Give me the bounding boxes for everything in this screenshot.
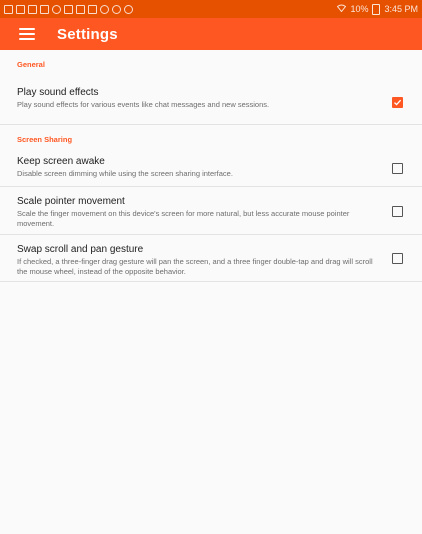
status-bar: 10% 3:45 PM [0,0,422,18]
mail-icon [40,4,49,14]
pref-title: Scale pointer movement [17,196,125,207]
status-right: 10% 3:45 PM [337,3,418,15]
section-header-general: General [17,60,45,69]
page-title: Settings [57,25,118,43]
notification-icon [28,4,37,14]
pref-title: Play sound effects [17,87,99,98]
pref-keep-screen-awake[interactable]: Keep screen awake Disable screen dimming… [0,149,422,187]
pref-title: Keep screen awake [17,156,105,167]
image-icon [16,4,25,14]
pref-play-sound-effects[interactable]: Play sound effects Play sound effects fo… [0,79,422,125]
play-sound-effects-checkbox[interactable] [392,96,403,108]
settings-list: General Play sound effects Play sound ef… [0,50,422,282]
app-bar: Settings [0,18,422,50]
swap-scroll-pan-checkbox[interactable] [392,253,403,264]
pref-swap-scroll-pan[interactable]: Swap scroll and pan gesture If checked, … [0,235,422,282]
app-icon [52,4,61,14]
cloud-icon [100,4,109,14]
cloud-icon [112,4,121,14]
pref-summary: If checked, a three-finger drag gesture … [17,257,373,276]
wifi-icon [337,4,347,14]
pref-summary: Scale the finger movement on this device… [17,209,350,228]
download-done-icon [64,4,73,14]
scale-pointer-movement-checkbox[interactable] [392,205,403,217]
notification-icons [4,4,133,14]
menu-icon[interactable] [19,28,35,40]
keep-screen-awake-checkbox[interactable] [392,162,403,174]
battery-icon [372,3,381,15]
download-done-icon [88,4,97,14]
section-header-screen-sharing: Screen Sharing [17,135,73,144]
notification-icon [4,4,13,14]
pref-summary: Disable screen dimming while using the s… [17,169,233,178]
app-icon [124,4,133,14]
clock: 3:45 PM [384,4,418,14]
battery-percent: 10% [350,4,369,14]
download-done-icon [76,4,85,14]
pref-summary: Play sound effects for various events li… [17,100,270,109]
pref-scale-pointer-movement[interactable]: Scale pointer movement Scale the finger … [0,187,422,235]
check-icon [394,99,402,106]
pref-title: Swap scroll and pan gesture [17,244,144,255]
